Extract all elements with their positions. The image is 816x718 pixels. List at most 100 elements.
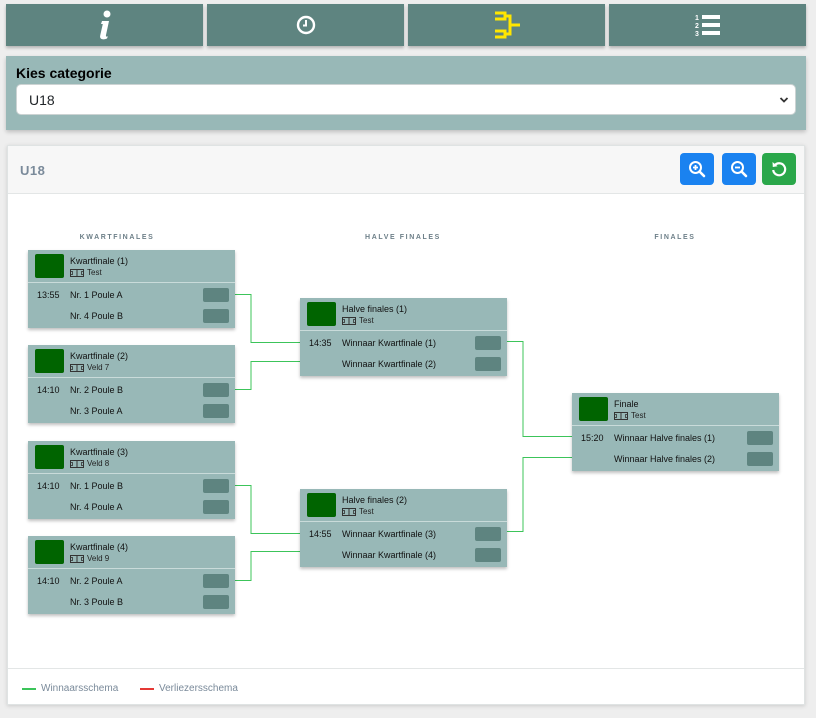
match-field-label: Veld 8 — [87, 459, 110, 468]
tab-schedule[interactable] — [207, 4, 404, 46]
field-icon — [342, 316, 356, 325]
match-name: Kwartfinale (4) — [70, 542, 129, 552]
tab-info[interactable] — [6, 4, 203, 46]
chevron-down-icon — [779, 97, 789, 103]
match-team-2: Nr. 4 Poule A — [70, 502, 123, 512]
match-name: Halve finales (2) — [342, 495, 408, 505]
score-box-team-1 — [475, 527, 501, 541]
legend-item-losers: Verliezersschema — [140, 683, 238, 694]
match-time: 14:55 — [309, 529, 332, 539]
svg-text:1: 1 — [695, 15, 699, 22]
match-team-2: Winnaar Halve finales (2) — [614, 454, 716, 464]
match-name: Kwartfinale (3) — [70, 447, 129, 457]
legend-label-losers: Verliezersschema — [159, 683, 238, 694]
connector-sf1-final — [507, 341, 572, 437]
score-box-team-2 — [203, 595, 229, 609]
match-team-2: Winnaar Kwartfinale (4) — [342, 550, 437, 560]
field-icon — [70, 554, 84, 563]
match-field: Veld 7 — [70, 363, 109, 372]
match-flag — [307, 302, 336, 326]
match-flag — [35, 540, 64, 564]
match-team-2: Winnaar Kwartfinale (2) — [342, 359, 437, 369]
score-box-team-1 — [203, 479, 229, 493]
match-field-label: Test — [359, 507, 374, 516]
match-quarterfinal-3[interactable]: Kwartfinale (3) Veld 8 14:10 Nr. 1 Poule… — [28, 441, 235, 519]
match-field: Test — [70, 268, 102, 277]
match-time: 15:20 — [581, 433, 604, 443]
match-header: Finale Test — [572, 393, 779, 426]
ranking-list-icon: 1 2 3 — [695, 15, 720, 37]
clock-icon — [296, 15, 315, 35]
connector-qf3-sf2 — [235, 485, 300, 534]
match-field-label: Test — [359, 316, 374, 325]
category-label: Kies categorie — [16, 65, 112, 81]
match-field-label: Test — [87, 268, 102, 277]
match-field: Veld 9 — [70, 554, 109, 563]
match-team-1: Winnaar Halve finales (1) — [614, 433, 716, 443]
score-box-team-2 — [203, 309, 229, 323]
connector-qf4-sf2 — [235, 551, 300, 581]
match-team-2: Nr. 3 Poule B — [70, 597, 124, 607]
match-time: 13:55 — [37, 290, 60, 300]
bracket-legend: Winnaarsschema Verliezersschema — [8, 668, 804, 704]
score-box-team-1 — [475, 336, 501, 350]
category-select[interactable]: U18 — [16, 84, 796, 115]
score-box-team-2 — [475, 548, 501, 562]
tab-bracket[interactable] — [408, 4, 605, 46]
match-header: Halve finales (1) Test — [300, 298, 507, 331]
match-name: Halve finales (1) — [342, 304, 408, 314]
match-name: Kwartfinale (1) — [70, 256, 129, 266]
tab-ranking[interactable]: 1 2 3 — [609, 4, 806, 46]
score-box-team-1 — [203, 574, 229, 588]
score-box-team-1 — [203, 288, 229, 302]
match-quarterfinal-2[interactable]: Kwartfinale (2) Veld 7 14:10 Nr. 2 Poule… — [28, 345, 235, 423]
match-semifinal-2[interactable]: Halve finales (2) Test 14:55 Winnaar Kwa… — [300, 489, 507, 567]
match-header: Kwartfinale (3) Veld 8 — [28, 441, 235, 474]
category-panel: Kies categorie U18 — [6, 56, 806, 130]
score-box-team-1 — [203, 383, 229, 397]
match-field-label: Veld 7 — [87, 363, 110, 372]
match-team-2: Nr. 4 Poule B — [70, 311, 124, 321]
field-icon — [342, 507, 356, 516]
match-header: Kwartfinale (2) Veld 7 — [28, 345, 235, 378]
legend-swatch-winners — [22, 687, 36, 690]
score-box-team-2 — [747, 452, 773, 466]
match-time: 14:10 — [37, 481, 60, 491]
bracket-panel: U18 KWARTFINALES HALVE FINALES FINALES K… — [7, 145, 805, 705]
svg-text:2: 2 — [695, 23, 699, 30]
match-team-1: Nr. 1 Poule A — [70, 290, 123, 300]
bracket-icon — [494, 11, 520, 39]
match-field: Test — [342, 507, 374, 516]
score-box-team-2 — [475, 357, 501, 371]
score-box-team-1 — [747, 431, 773, 445]
score-box-team-2 — [203, 404, 229, 418]
connector-sf2-final — [507, 457, 572, 532]
match-time: 14:10 — [37, 385, 60, 395]
match-name: Finale — [614, 399, 639, 409]
match-team-1: Winnaar Kwartfinale (1) — [342, 338, 437, 348]
svg-text:3: 3 — [695, 31, 699, 37]
match-flag — [579, 397, 608, 421]
match-quarterfinal-1[interactable]: Kwartfinale (1) Test 13:55 Nr. 1 Poule A… — [28, 250, 235, 328]
match-header: Kwartfinale (1) Test — [28, 250, 235, 283]
match-team-2: Nr. 3 Poule A — [70, 406, 123, 416]
match-flag — [35, 349, 64, 373]
field-icon — [70, 268, 84, 277]
match-field-label: Test — [631, 411, 646, 420]
match-field: Test — [614, 411, 646, 420]
match-quarterfinal-4[interactable]: Kwartfinale (4) Veld 9 14:10 Nr. 2 Poule… — [28, 536, 235, 614]
info-icon — [99, 10, 110, 40]
score-box-team-2 — [203, 500, 229, 514]
match-semifinal-1[interactable]: Halve finales (1) Test 14:35 Winnaar Kwa… — [300, 298, 507, 376]
match-field-label: Veld 9 — [87, 554, 110, 563]
match-time: 14:35 — [309, 338, 332, 348]
match-final[interactable]: Finale Test 15:20 Winnaar Halve finales … — [572, 393, 779, 471]
match-flag — [35, 445, 64, 469]
legend-label-winners: Winnaarsschema — [41, 683, 119, 694]
field-icon — [614, 411, 628, 420]
connector-qf1-sf1 — [235, 294, 300, 343]
match-name: Kwartfinale (2) — [70, 351, 129, 361]
match-team-1: Nr. 2 Poule B — [70, 385, 124, 395]
match-time: 14:10 — [37, 576, 60, 586]
top-tab-bar: 1 2 3 — [6, 4, 806, 46]
